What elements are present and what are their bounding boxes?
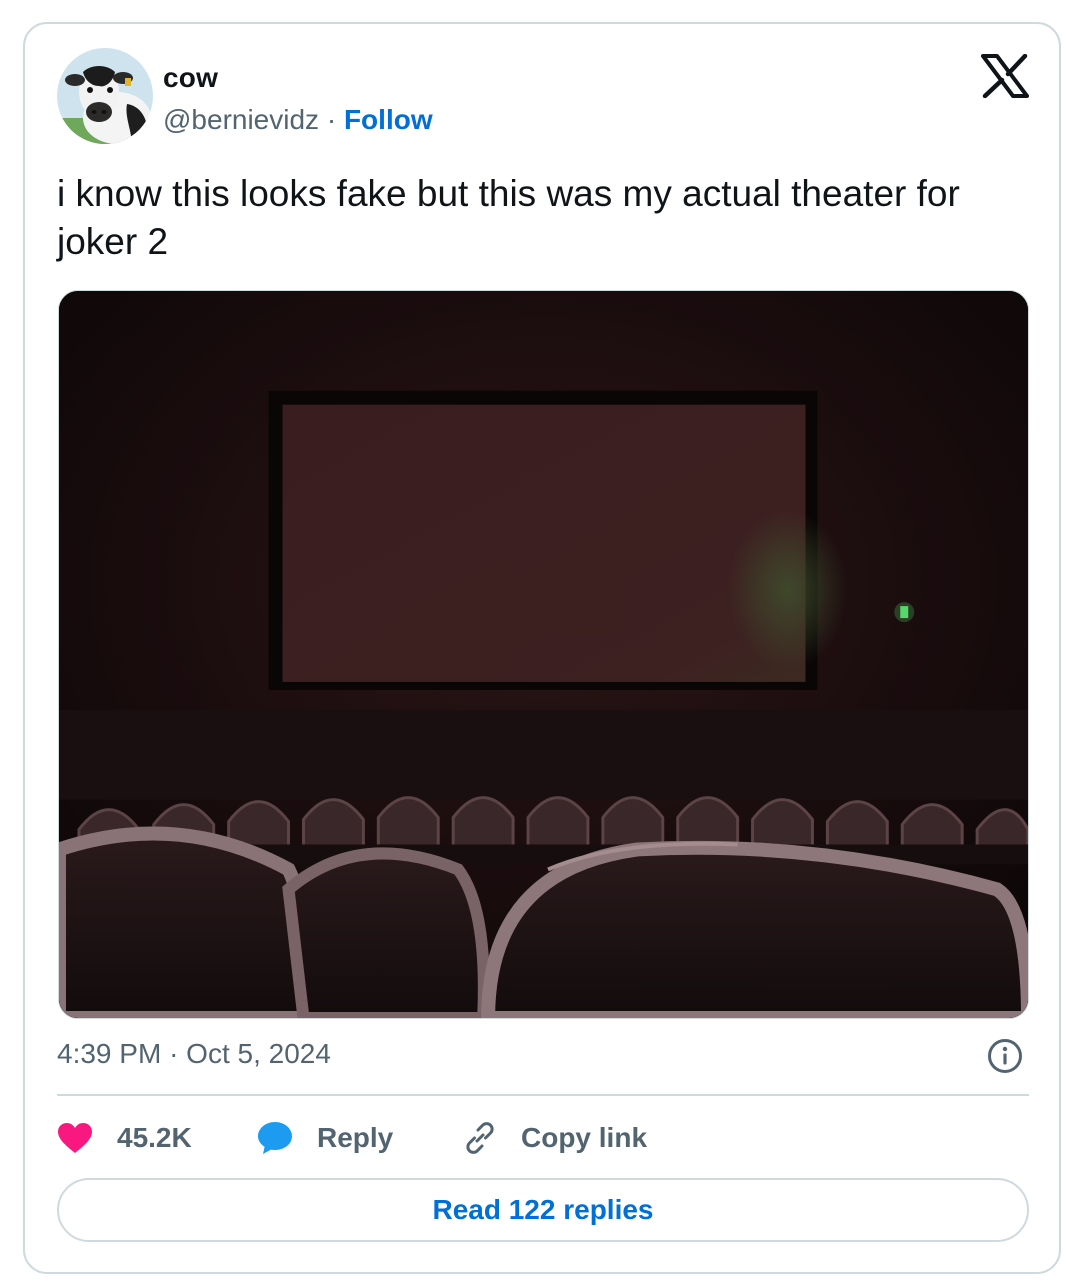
handle-separator: · — [326, 104, 344, 135]
reply-button[interactable]: Reply — [257, 1116, 393, 1160]
timestamp-time: 4:39 PM — [57, 1038, 162, 1069]
like-count: 45.2K — [117, 1122, 192, 1153]
follow-button[interactable]: Follow — [344, 104, 433, 135]
link-icon — [466, 1122, 494, 1154]
action-bar: 45.2K Reply Copy link — [57, 1116, 1029, 1160]
x-logo-icon[interactable] — [981, 54, 1029, 98]
copy-link-button[interactable]: Copy link — [463, 1116, 647, 1160]
tweet-text: i know this looks fake but this was my a… — [57, 173, 960, 262]
tweet-photo[interactable] — [58, 290, 1029, 1019]
like-button[interactable]: 45.2K — [57, 1116, 192, 1160]
avatar[interactable] — [57, 48, 153, 144]
theater-photo — [59, 291, 1028, 1018]
author-handle[interactable]: @bernievidz — [163, 104, 319, 135]
read-replies-button[interactable]: Read 122 replies — [57, 1178, 1029, 1242]
author-handle-row: @bernievidz · Follow — [163, 104, 433, 136]
timestamp-date: Oct 5, 2024 — [186, 1038, 331, 1069]
divider — [57, 1094, 1029, 1096]
cow-avatar-image — [57, 48, 153, 144]
copy-link-label: Copy link — [521, 1122, 648, 1153]
tweet-card: cow @bernievidz · Follow i know this loo… — [23, 22, 1061, 1274]
reply-label: Reply — [317, 1122, 394, 1153]
speech-bubble-icon — [258, 1122, 292, 1154]
author-name[interactable]: cow — [163, 62, 218, 94]
heart-icon — [58, 1123, 92, 1153]
timestamp-separator: · — [169, 1038, 187, 1069]
timestamp[interactable]: 4:39 PM · Oct 5, 2024 — [57, 1038, 331, 1070]
info-icon[interactable] — [987, 1038, 1023, 1074]
